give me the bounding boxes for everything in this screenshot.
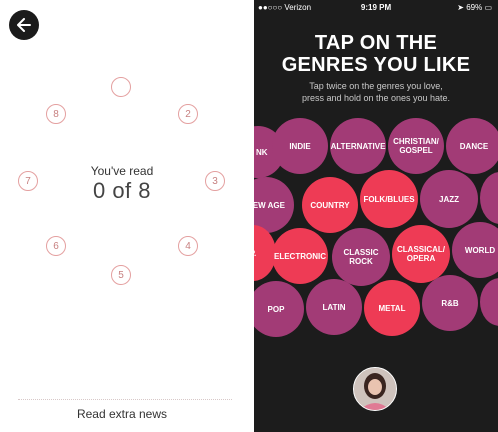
headline: TAP ON THE GENRES YOU LIKE <box>254 32 498 76</box>
divider <box>18 399 232 400</box>
genre-bubble[interactable]: DANCE <box>446 118 498 174</box>
genre-bubble-partial[interactable] <box>480 278 498 326</box>
reading-panel: 8 2 7 3 6 4 5 You've read 0 of 8 Read ex… <box>0 0 254 432</box>
genre-bubble[interactable]: POP <box>254 281 304 337</box>
genre-bubble[interactable]: INDIE <box>272 118 328 174</box>
genre-bubble[interactable]: FOLK/BLUES <box>360 170 418 228</box>
avatar[interactable] <box>353 367 397 411</box>
genre-bubble[interactable]: NEW AGE <box>254 177 294 233</box>
ring-slot-empty <box>111 77 131 97</box>
genre-bubble-partial[interactable] <box>480 172 498 224</box>
battery-percent: 69% <box>466 3 483 12</box>
back-arrow-icon <box>17 18 31 32</box>
genre-bubble[interactable]: ALTERNATIVE <box>330 118 386 174</box>
genre-bubble[interactable]: CLASSICAL/ OPERA <box>392 225 450 283</box>
ring-slot: 2 <box>178 104 198 124</box>
user-photo-icon <box>354 368 396 410</box>
genre-bubble[interactable]: LATIN <box>306 279 362 335</box>
battery-icon: ▭ <box>484 3 492 12</box>
genre-bubble[interactable]: COUNTRY <box>302 177 358 233</box>
genre-picker-panel: ●●○○○ Verizon 9:19 PM ➤ 69% ▭ TAP ON THE… <box>254 0 498 432</box>
instructions-line-1: Tap twice on the genres you love, <box>309 81 443 91</box>
genre-bubble[interactable]: ELECTRONIC <box>272 228 328 284</box>
read-count: 0 of 8 <box>92 178 152 203</box>
back-button[interactable] <box>9 10 39 40</box>
genre-bubble[interactable]: CLASSIC ROCK <box>332 228 390 286</box>
ring-slot: 4 <box>178 236 198 256</box>
headline-line-1: TAP ON THE <box>314 32 438 54</box>
ring-slot: 6 <box>46 236 66 256</box>
genre-bubble[interactable]: CHRISTIAN/ GOSPEL <box>388 118 444 174</box>
read-extra-news-link[interactable]: Read extra news <box>0 407 244 421</box>
ring-slot: 8 <box>46 104 66 124</box>
status-icons: ➤ 69% ▭ <box>457 3 492 12</box>
genre-bubble[interactable]: METAL <box>364 280 420 336</box>
headline-line-2: GENRES YOU LIKE <box>281 54 471 76</box>
instructions-line-2: press and hold on the ones you hate. <box>301 93 451 103</box>
status-bar: ●●○○○ Verizon 9:19 PM ➤ 69% ▭ <box>254 0 498 16</box>
location-icon: ➤ <box>457 3 464 12</box>
genre-bubble[interactable]: WORLD <box>452 222 498 278</box>
instructions: Tap twice on the genres you love, press … <box>254 80 498 104</box>
genre-bubble[interactable]: R&B <box>422 275 478 331</box>
genre-bubble[interactable]: JAZZ <box>420 170 478 228</box>
ring-slot: 5 <box>111 265 131 285</box>
read-label: You've read <box>90 164 154 178</box>
